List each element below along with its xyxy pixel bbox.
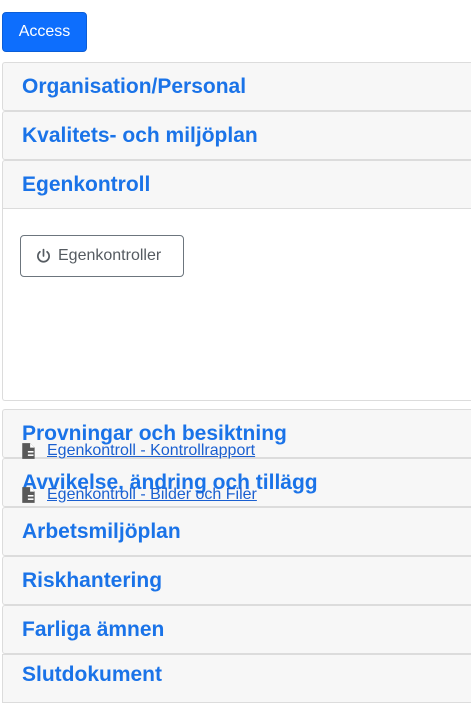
link-bilder-och-filer[interactable]: Egenkontroll - Bilder och Filer xyxy=(47,486,257,504)
document-icon xyxy=(22,443,35,459)
power-icon xyxy=(37,248,50,263)
section-title: Arbetsmiljöplan xyxy=(22,519,181,543)
section-organisation-personal[interactable]: Organisation/Personal xyxy=(2,62,471,111)
egenkontroller-button[interactable]: Egenkontroller xyxy=(20,235,184,277)
section-farliga-amnen[interactable]: Farliga ämnen xyxy=(2,605,471,654)
section-title: Egenkontroll xyxy=(22,172,151,196)
section-title: Organisation/Personal xyxy=(22,74,247,98)
section-title: Slutdokument xyxy=(22,663,162,686)
section-kvalitets-och-miljoplan[interactable]: Kvalitets- och miljöplan xyxy=(2,111,471,160)
section-title: Riskhantering xyxy=(22,568,163,592)
section-riskhantering[interactable]: Riskhantering xyxy=(2,556,471,605)
egenkontroller-button-label: Egenkontroller xyxy=(58,247,162,264)
link-row-kontrollrapport: Egenkontroll - Kontrollrapport xyxy=(20,442,255,460)
section-title: Kvalitets- och miljöplan xyxy=(22,123,258,147)
section-egenkontroll[interactable]: Egenkontroll xyxy=(2,160,471,209)
link-kontrollrapport[interactable]: Egenkontroll - Kontrollrapport xyxy=(47,442,255,460)
accordion: Organisation/Personal Kvalitets- och mil… xyxy=(2,62,471,703)
section-title: Farliga ämnen xyxy=(22,617,165,641)
section-egenkontroll-body: Egenkontroller Egenkontroll - Kontrollra… xyxy=(2,209,471,503)
link-row-bilder-och-filer: Egenkontroll - Bilder och Filer xyxy=(20,486,257,504)
document-icon xyxy=(22,487,35,503)
section-slutdokument[interactable]: Slutdokument xyxy=(2,654,471,703)
access-button[interactable]: Access xyxy=(2,12,87,52)
section-arbetsmiljoplan[interactable]: Arbetsmiljöplan xyxy=(2,507,471,556)
